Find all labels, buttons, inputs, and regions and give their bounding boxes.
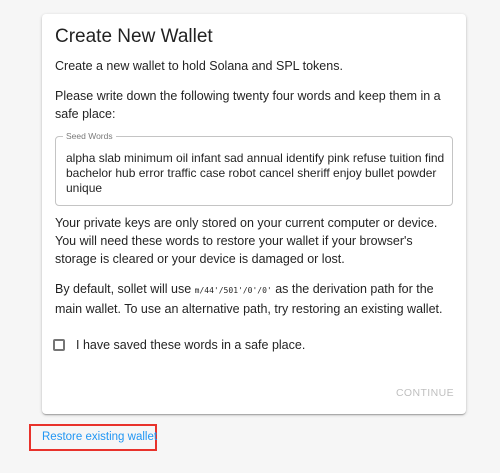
derivation-text: By default, sollet will use m/44'/501'/0… (55, 280, 450, 318)
derivation-prefix: By default, sollet will use (55, 282, 195, 296)
seed-words-label: Seed Words (63, 131, 116, 141)
restore-link-highlight: Restore existing wallet (29, 424, 157, 451)
card-title: Create New Wallet (55, 26, 213, 47)
saved-words-checkbox-label[interactable]: I have saved these words in a safe place… (76, 338, 305, 352)
continue-button[interactable]: CONTINUE (396, 387, 454, 399)
saved-words-checkbox-row[interactable]: I have saved these words in a safe place… (53, 338, 305, 352)
warning-text: Your private keys are only stored on you… (55, 216, 438, 266)
seed-words-text[interactable]: alpha slab minimum oil infant sad annual… (66, 151, 446, 196)
saved-words-checkbox[interactable] (53, 339, 65, 351)
intro-text: Create a new wallet to hold Solana and S… (55, 59, 343, 73)
derivation-path: m/44'/501'/0'/0' (194, 286, 272, 295)
instruction-text: Please write down the following twenty f… (55, 89, 441, 121)
restore-existing-wallet-link[interactable]: Restore existing wallet (42, 431, 157, 443)
seed-words-field[interactable]: Seed Words alpha slab minimum oil infant… (55, 131, 453, 206)
create-wallet-card: Create New Wallet Create a new wallet to… (42, 14, 466, 414)
